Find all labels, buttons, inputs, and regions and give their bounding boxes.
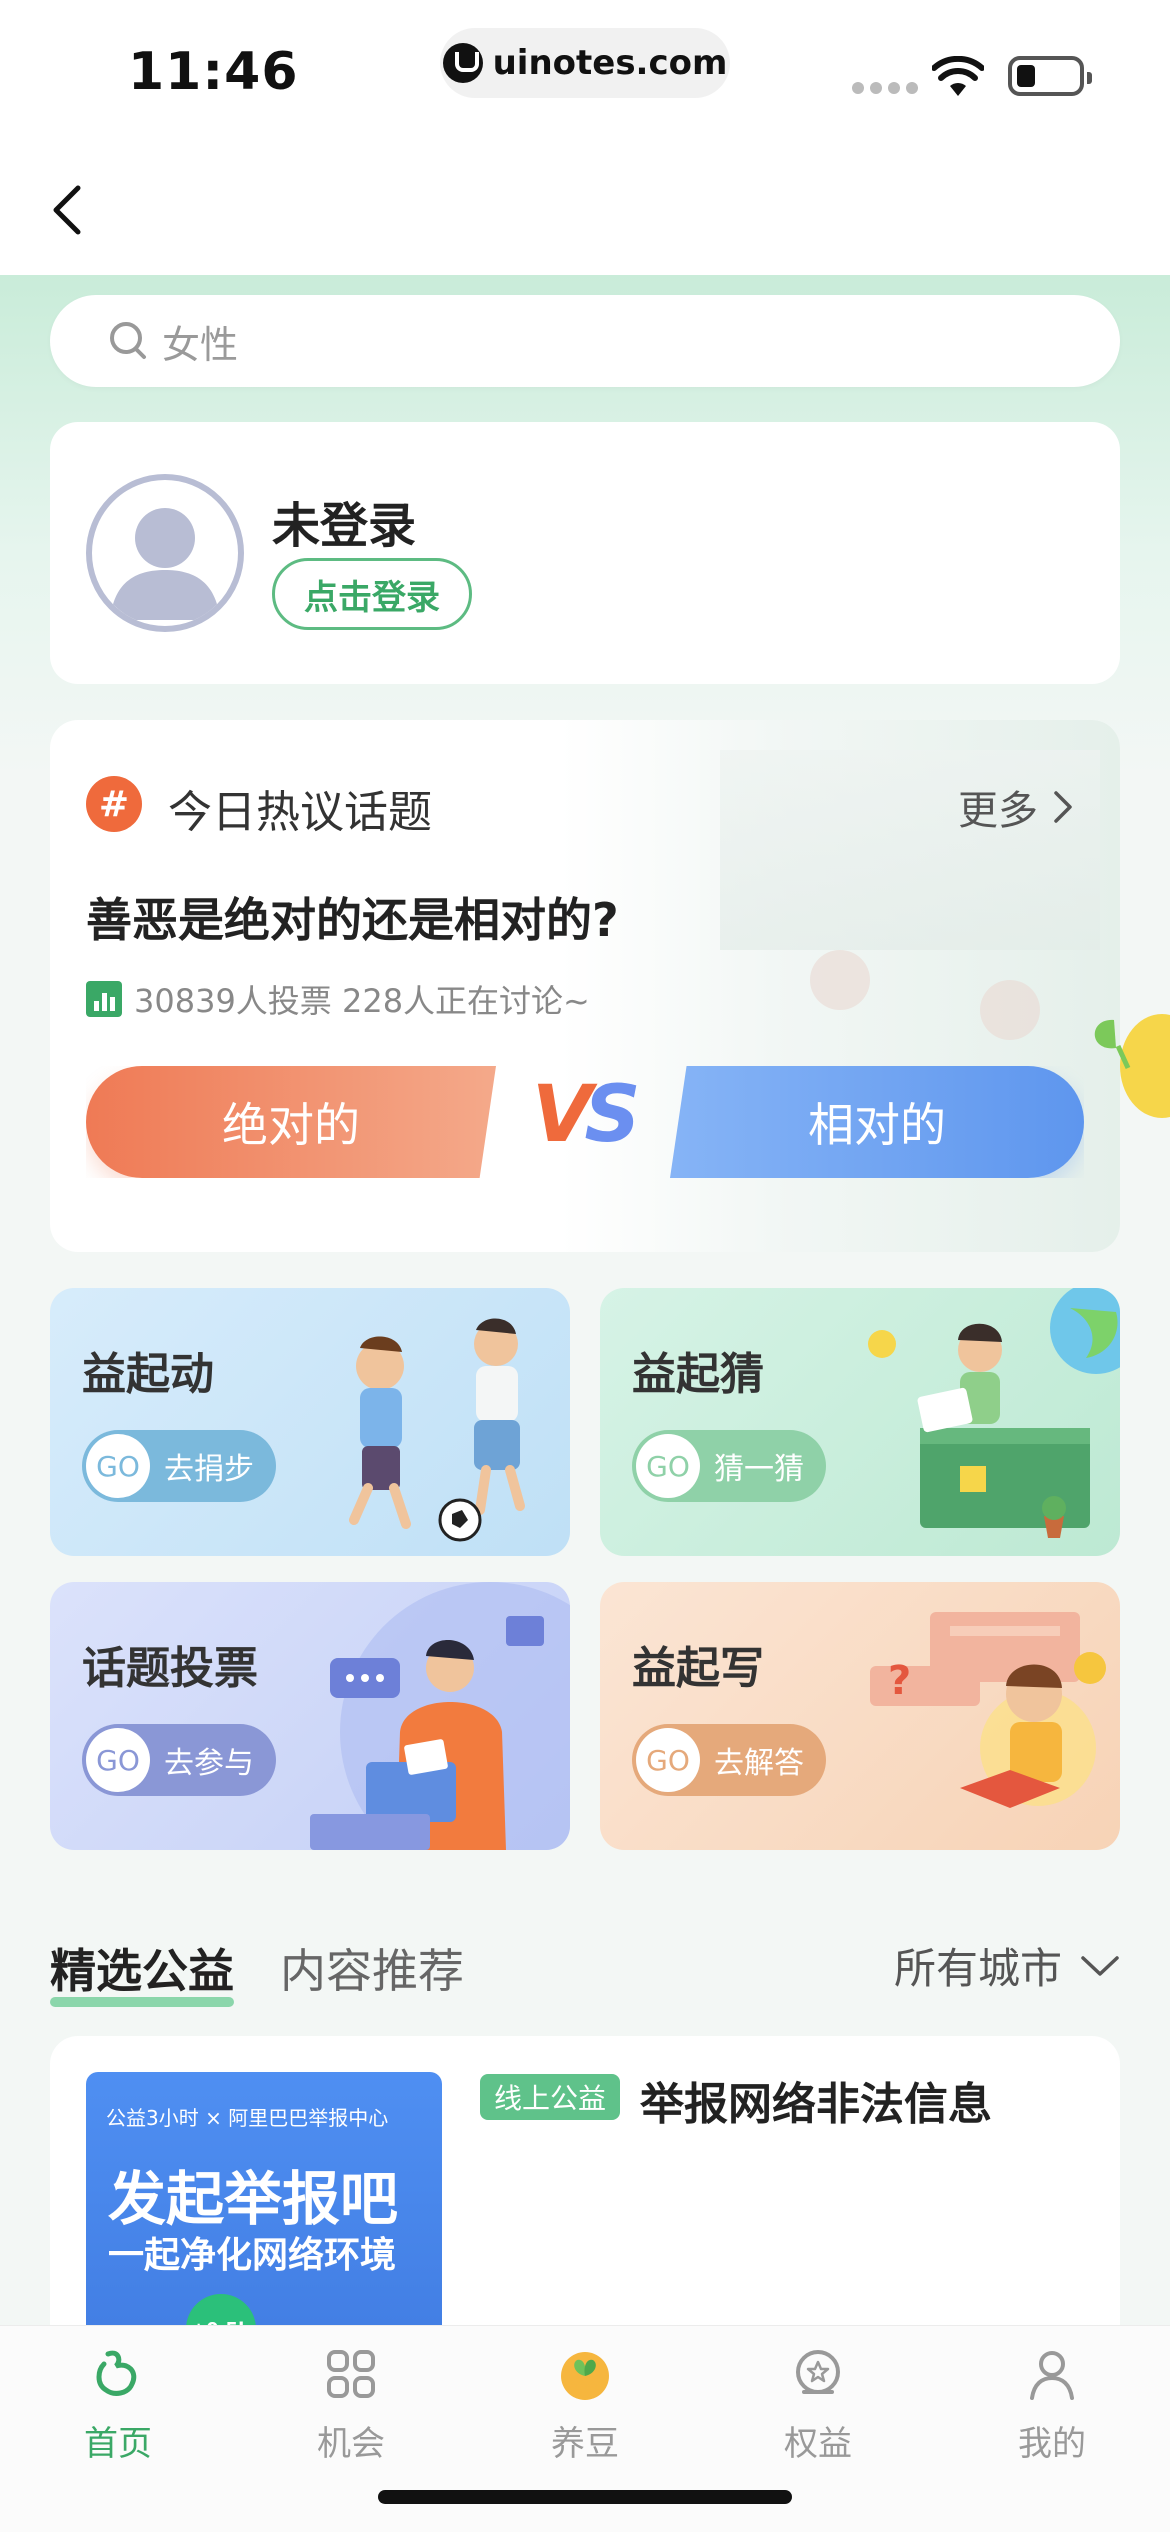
man-ballot-illustration bbox=[310, 1582, 570, 1850]
vote-option-absolute[interactable]: 绝对的 bbox=[86, 1066, 496, 1178]
tab-home[interactable]: 首页 bbox=[38, 2344, 198, 2474]
url-pill[interactable]: uinotes.com bbox=[440, 28, 730, 98]
cover-brand: 公益3小时 × 阿里巴巴举报中心 bbox=[106, 2106, 389, 2130]
tab-benefits[interactable]: 权益 bbox=[738, 2344, 898, 2474]
login-status: 未登录 bbox=[272, 498, 417, 554]
city-filter[interactable]: 所有城市 bbox=[894, 1935, 1120, 1996]
cover-headline: 发起举报吧 bbox=[108, 2165, 399, 2233]
vote-option-relative[interactable]: 相对的 bbox=[670, 1066, 1084, 1178]
nav-bar bbox=[0, 150, 1170, 275]
stats-text: 30839人投票 228人正在讨论~ bbox=[134, 982, 590, 1020]
home-icon bbox=[96, 2350, 137, 2396]
feed-tabs: 精选公益 内容推荐 所有城市 bbox=[50, 1935, 1120, 2015]
badge-icon bbox=[796, 2350, 840, 2394]
status-bar: 11:46 uinotes.com bbox=[0, 0, 1170, 150]
back-icon[interactable] bbox=[40, 180, 100, 240]
tile-title: 益起猜 bbox=[632, 1349, 764, 1400]
tile-title: 益起写 bbox=[632, 1643, 764, 1694]
tile-topic-vote[interactable]: 话题投票 GO 去参与 bbox=[50, 1582, 570, 1850]
tab-label: 权益 bbox=[784, 2424, 852, 2464]
status-time: 11:46 bbox=[128, 42, 299, 102]
user-placeholder-icon bbox=[110, 508, 220, 620]
tile-donate-steps[interactable]: 益起动 GO 去捐步 bbox=[50, 1288, 570, 1556]
avatar[interactable] bbox=[86, 474, 244, 632]
city-label: 所有城市 bbox=[893, 1944, 1062, 1993]
search-input[interactable]: 女性 bbox=[50, 295, 1120, 387]
tile-title: 益起动 bbox=[82, 1349, 214, 1400]
vs-label: VS bbox=[532, 1070, 641, 1160]
hashtag-icon: # bbox=[86, 776, 142, 832]
svg-text:?: ? bbox=[888, 1658, 911, 1704]
bean-sprout-icon bbox=[561, 2352, 609, 2400]
go-label: 去解答 bbox=[714, 1746, 804, 1781]
tile-write[interactable]: 益起写 GO 去解答 ? bbox=[600, 1582, 1120, 1850]
home-indicator bbox=[378, 2490, 792, 2504]
topic-heading: 今日热议话题 bbox=[168, 787, 432, 838]
hot-topic-card: # 今日热议话题 更多 善恶是绝对的还是相对的? 30839人投票 228人正在… bbox=[50, 720, 1120, 1252]
tab-label: 我的 bbox=[1018, 2424, 1086, 2464]
go-button[interactable]: GO 去参与 bbox=[82, 1724, 276, 1796]
charity-title: 举报网络非法信息 bbox=[640, 2079, 992, 2130]
login-card: 未登录 点击登录 bbox=[50, 422, 1120, 684]
charity-tag: 线上公益 bbox=[480, 2074, 621, 2120]
bar-chart-icon bbox=[86, 981, 122, 1017]
grid-icon bbox=[327, 2350, 375, 2398]
tab-label: 首页 bbox=[84, 2424, 152, 2464]
go-button[interactable]: GO 去捐步 bbox=[82, 1430, 276, 1502]
girl-desk-illustration bbox=[868, 1288, 1120, 1538]
go-badge: GO bbox=[86, 1434, 150, 1498]
tile-guess[interactable]: 益起猜 GO 猜一猜 bbox=[600, 1288, 1120, 1556]
topic-question[interactable]: 善恶是绝对的还是相对的? bbox=[86, 884, 619, 950]
battery-icon bbox=[1008, 56, 1092, 96]
chevron-down-icon bbox=[1081, 1955, 1119, 1976]
go-label: 去参与 bbox=[164, 1746, 254, 1781]
user-icon bbox=[1030, 2351, 1074, 2400]
go-label: 猜一猜 bbox=[714, 1452, 804, 1487]
tab-featured-charity[interactable]: 精选公益 bbox=[50, 1935, 234, 2007]
tile-title: 话题投票 bbox=[82, 1643, 258, 1694]
more-label: 更多 bbox=[958, 788, 1038, 834]
search-icon bbox=[110, 322, 146, 359]
url-text: uinotes.com bbox=[492, 43, 728, 83]
tab-content-recommend[interactable]: 内容推荐 bbox=[280, 1935, 464, 2001]
signal-icon bbox=[852, 82, 918, 94]
go-badge: GO bbox=[636, 1728, 700, 1792]
tab-label: 机会 bbox=[317, 2424, 385, 2464]
kids-playing-illustration bbox=[349, 1318, 525, 1542]
go-badge: GO bbox=[86, 1728, 150, 1792]
search-placeholder: 女性 bbox=[162, 322, 239, 367]
tab-grow-bean[interactable]: 养豆 bbox=[505, 2344, 665, 2474]
go-button[interactable]: GO 去解答 bbox=[632, 1724, 826, 1796]
go-label: 去捐步 bbox=[164, 1452, 254, 1487]
login-button[interactable]: 点击登录 bbox=[272, 558, 472, 630]
wifi-icon bbox=[932, 56, 984, 96]
topic-stats: 30839人投票 228人正在讨论~ bbox=[86, 976, 590, 1022]
mascot-bean-icon bbox=[1094, 1014, 1170, 1118]
tab-label: 养豆 bbox=[551, 2424, 619, 2464]
lock-icon bbox=[442, 43, 483, 83]
chevron-right-icon bbox=[1054, 791, 1072, 823]
boy-reading-illustration: ? bbox=[870, 1612, 1106, 1808]
tab-mine[interactable]: 我的 bbox=[972, 2344, 1132, 2474]
go-badge: GO bbox=[636, 1434, 700, 1498]
go-button[interactable]: GO 猜一猜 bbox=[632, 1430, 826, 1502]
tab-opportunity[interactable]: 机会 bbox=[271, 2344, 431, 2474]
cover-subline: 一起净化网络环境 bbox=[108, 2235, 397, 2276]
more-link[interactable]: 更多 bbox=[958, 778, 1074, 836]
